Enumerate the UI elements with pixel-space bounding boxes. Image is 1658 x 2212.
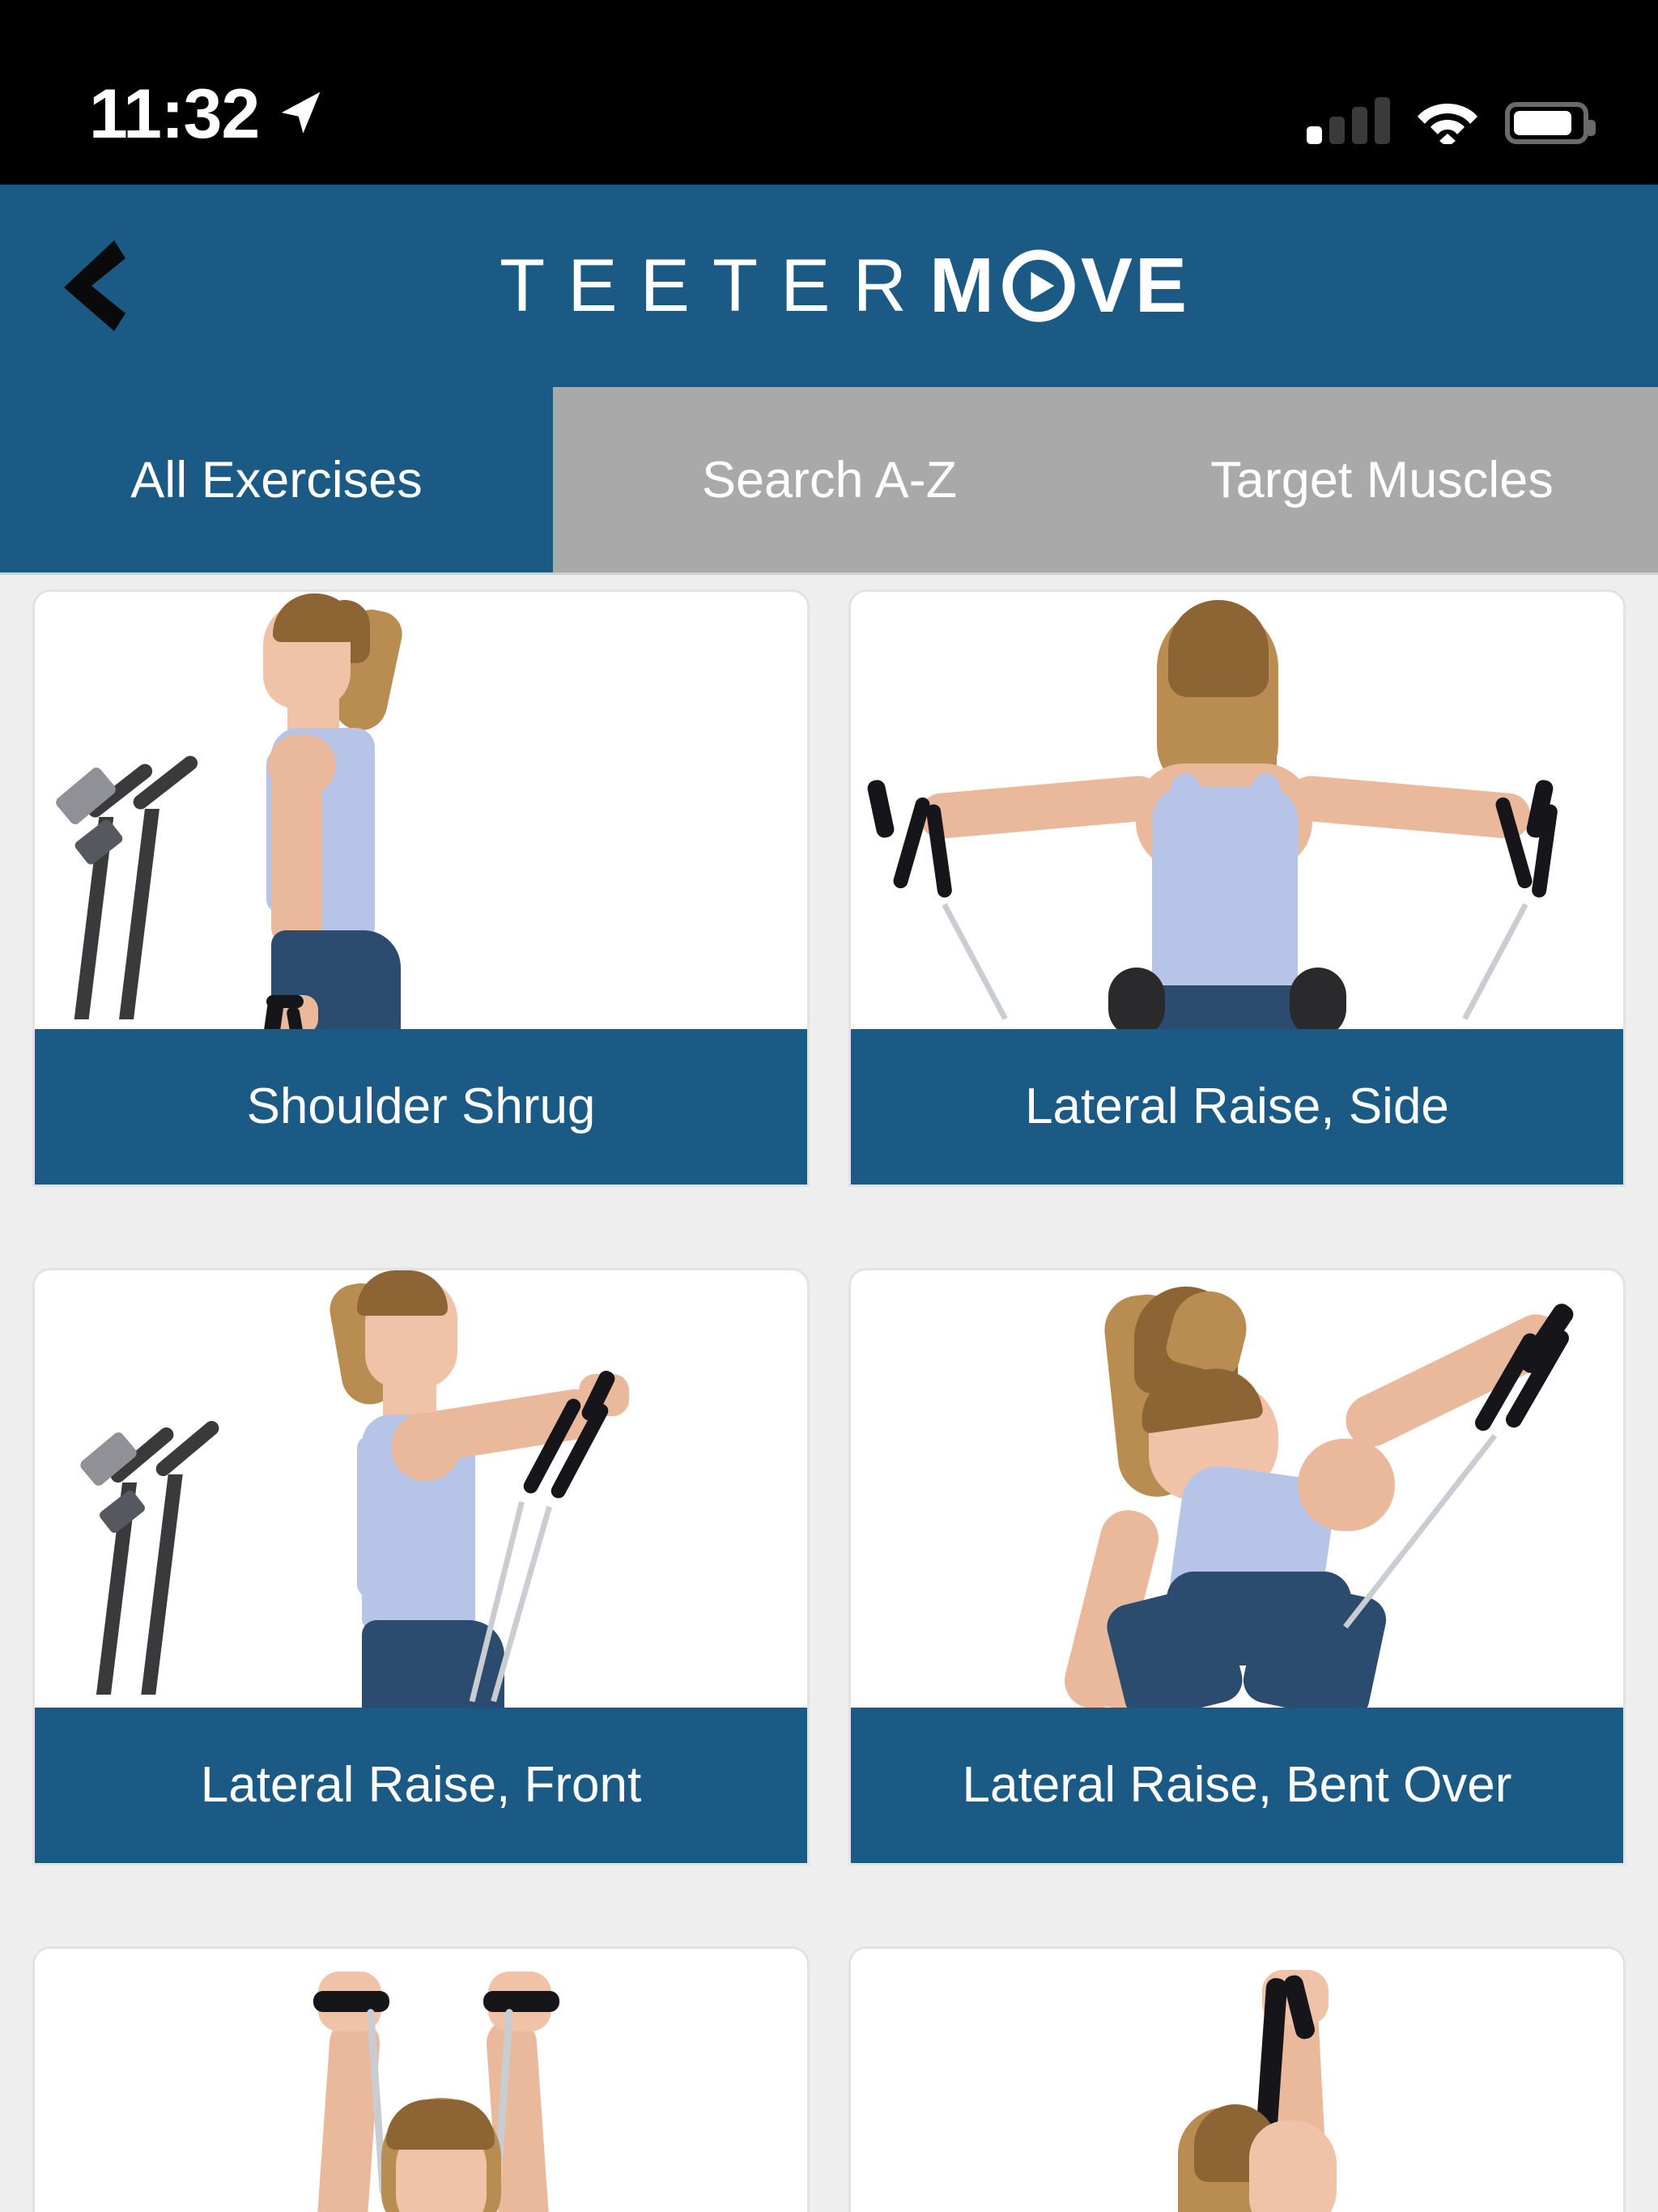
brand-teeter-text: TEETER — [500, 245, 929, 327]
status-bar-right — [1307, 97, 1596, 149]
wifi-icon — [1418, 104, 1477, 144]
exercise-card[interactable]: Shoulder Shrug — [32, 589, 810, 1187]
exercise-photo-overhead-profile — [851, 1949, 1623, 2212]
exercise-title: Lateral Raise, Side — [1025, 1078, 1449, 1134]
play-circle-icon — [1002, 249, 1075, 322]
exercise-card[interactable]: Lateral Raise, Side — [848, 589, 1626, 1187]
exercise-card[interactable] — [32, 1946, 810, 2212]
exercise-label: Lateral Raise, Bent Over — [851, 1708, 1623, 1863]
cellular-signal-icon — [1307, 97, 1390, 144]
exercise-photo-overhead-front — [35, 1949, 807, 2212]
exercise-photo-lateral-raise-side — [851, 592, 1623, 1029]
tab-bar: All Exercises Search A-Z Target Muscles — [0, 387, 1658, 575]
tab-target-muscles[interactable]: Target Muscles — [1106, 387, 1658, 572]
exercise-photo-shoulder-shrug — [35, 592, 807, 1029]
battery-icon — [1505, 102, 1596, 144]
exercise-card[interactable]: Lateral Raise, Bent Over — [848, 1268, 1626, 1865]
location-arrow-icon — [282, 91, 321, 134]
exercise-card[interactable]: Lateral Raise, Front — [32, 1268, 810, 1865]
exercise-label: Shoulder Shrug — [35, 1029, 807, 1185]
tab-all-exercises[interactable]: All Exercises — [0, 387, 553, 572]
back-button[interactable] — [50, 233, 139, 338]
tab-search-a-z[interactable]: Search A-Z — [553, 387, 1106, 572]
brand-logo: TEETER M VE — [0, 247, 1658, 325]
brand-move-ve: VE — [1080, 242, 1189, 329]
exercise-title: Lateral Raise, Front — [200, 1756, 642, 1813]
exercise-title: Lateral Raise, Bent Over — [962, 1756, 1512, 1813]
app-header: TEETER M VE — [0, 185, 1658, 387]
exercise-title: Shoulder Shrug — [246, 1078, 596, 1134]
exercise-grid: Shoulder Shrug Lateral Raise, Side Later… — [0, 575, 1658, 2212]
exercise-photo-lateral-raise-bent-over — [851, 1270, 1623, 1708]
brand-move-text: M VE — [929, 247, 1189, 325]
status-bar-left: 11:32 — [89, 79, 324, 149]
status-bar-clock: 11:32 — [89, 75, 260, 153]
exercise-label: Lateral Raise, Side — [851, 1029, 1623, 1185]
back-chevron-icon — [64, 240, 125, 331]
exercise-label: Lateral Raise, Front — [35, 1708, 807, 1863]
exercise-photo-lateral-raise-front — [35, 1270, 807, 1708]
brand-move-m: M — [929, 242, 997, 329]
exercise-card[interactable] — [848, 1946, 1626, 2212]
status-bar: 11:32 — [0, 0, 1658, 185]
